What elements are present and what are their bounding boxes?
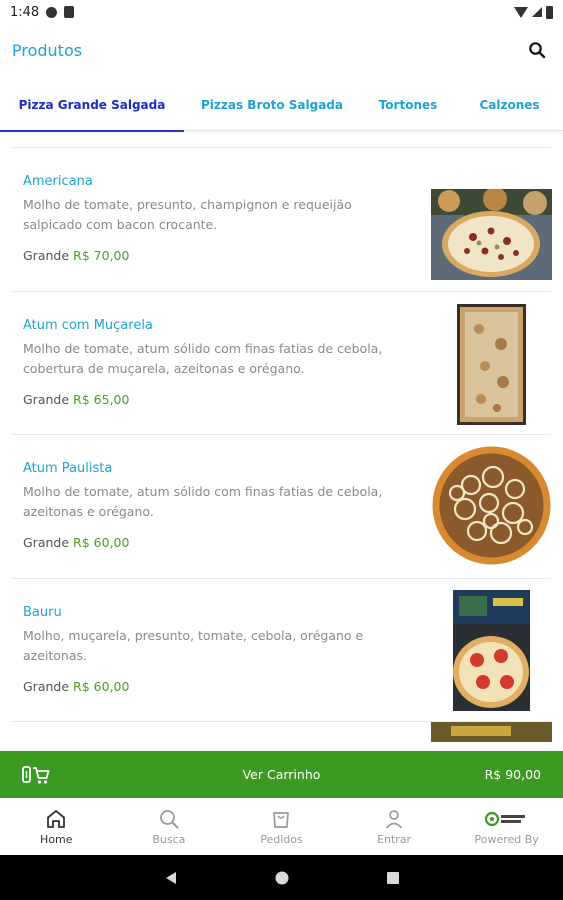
product-image [431, 189, 552, 280]
nav-busca-label: Busca [152, 832, 186, 846]
product-item-atum-com-mucarela[interactable]: Atum com Muçarela Molho de tomate, atum … [12, 292, 551, 435]
nav-entrar-label: Entrar [377, 832, 412, 846]
product-name: Americana [23, 174, 93, 189]
product-description: Molho de tomate, atum sólido com finas f… [23, 340, 383, 376]
tab-tortones[interactable]: Tortones [360, 80, 456, 131]
product-price: R$ 70,00 [73, 248, 130, 263]
bottom-navigation: Home Busca Pedidos Entrar Powered By [0, 798, 563, 855]
product-description: Molho de tomate, presunto, champignon e … [23, 197, 352, 232]
product-image [431, 722, 552, 742]
app-bar: Produtos [0, 24, 563, 76]
brand-logo [484, 808, 529, 830]
product-price-row: Grande R$ 70,00 [23, 248, 129, 263]
nav-home[interactable]: Home [0, 798, 113, 855]
view-cart-bar[interactable]: Ver Carrinho R$ 90,00 [0, 751, 563, 798]
user-icon [383, 808, 405, 830]
product-name: Bauru [23, 604, 62, 620]
search-button[interactable] [523, 36, 551, 64]
status-bar: 1:48 [0, 0, 563, 24]
recents-icon[interactable] [385, 870, 401, 886]
nav-powered-by[interactable]: Powered By [450, 798, 563, 855]
product-image [457, 303, 526, 425]
sd-card-icon [64, 6, 75, 18]
product-price-row: Grande R$ 65,00 [23, 392, 129, 407]
home-icon [45, 808, 67, 830]
bag-icon [270, 808, 292, 830]
product-image [431, 445, 552, 566]
system-navigation-bar [0, 855, 563, 900]
product-price: R$ 60,00 [73, 678, 130, 694]
product-description: Molho de tomate, atum sólido com finas f… [23, 484, 383, 519]
tab-pizzas-broto-salgada[interactable]: Pizzas Broto Salgada [184, 80, 360, 131]
nav-powered-by-label: Powered By [474, 832, 539, 846]
product-size: Grande [23, 248, 70, 263]
product-image [453, 589, 530, 711]
product-list: Americana Molho de tomate, presunto, cha… [12, 147, 552, 742]
product-price-row: Grande R$ 60,00 [23, 535, 129, 550]
nav-pedidos-label: Pedidos [260, 832, 303, 846]
product-price-row: Grande R$ 60,00 [23, 679, 129, 694]
product-description: Molho, muçarela, presunto, tomate, cebol… [23, 627, 364, 663]
product-name: Atum com Muçarela [23, 317, 153, 333]
product-size: Grande [23, 678, 70, 694]
product-item-bauru[interactable]: Bauru Molho, muçarela, presunto, tomate,… [12, 579, 551, 722]
product-price: R$ 65,00 [73, 391, 130, 407]
battery-icon [546, 5, 553, 19]
category-tabs: Pizza Grande Salgada Pizzas Broto Salgad… [0, 80, 563, 132]
page-title: Produtos [12, 40, 83, 60]
product-item-atum-paulista[interactable]: Atum Paulista Molho de tomate, atum sóli… [12, 435, 552, 579]
tab-pizza-grande-salgada[interactable]: Pizza Grande Salgada [0, 80, 184, 132]
nav-busca[interactable]: Busca [113, 798, 226, 855]
search-icon [529, 42, 546, 59]
product-item-partial [12, 722, 552, 742]
wifi-icon [514, 6, 528, 18]
product-price: R$ 60,00 [73, 535, 130, 550]
nav-entrar[interactable]: Entrar [338, 798, 451, 855]
view-cart-label: Ver Carrinho [242, 767, 321, 782]
nav-home-label: Home [40, 832, 73, 846]
product-size: Grande [23, 391, 70, 407]
signal-icon [532, 7, 542, 17]
notification-icon [46, 6, 58, 18]
nav-pedidos[interactable]: Pedidos [225, 798, 338, 855]
home-button-icon[interactable] [274, 870, 290, 886]
cart-total: R$ 90,00 [484, 767, 541, 782]
back-icon[interactable] [163, 870, 179, 886]
product-item-americana[interactable]: Americana Molho de tomate, presunto, cha… [12, 148, 552, 292]
product-name: Atum Paulista [23, 461, 113, 476]
tab-calzones[interactable]: Calzones [456, 80, 563, 131]
search-icon [158, 808, 180, 830]
product-size: Grande [23, 535, 70, 550]
status-time: 1:48 [10, 4, 40, 20]
